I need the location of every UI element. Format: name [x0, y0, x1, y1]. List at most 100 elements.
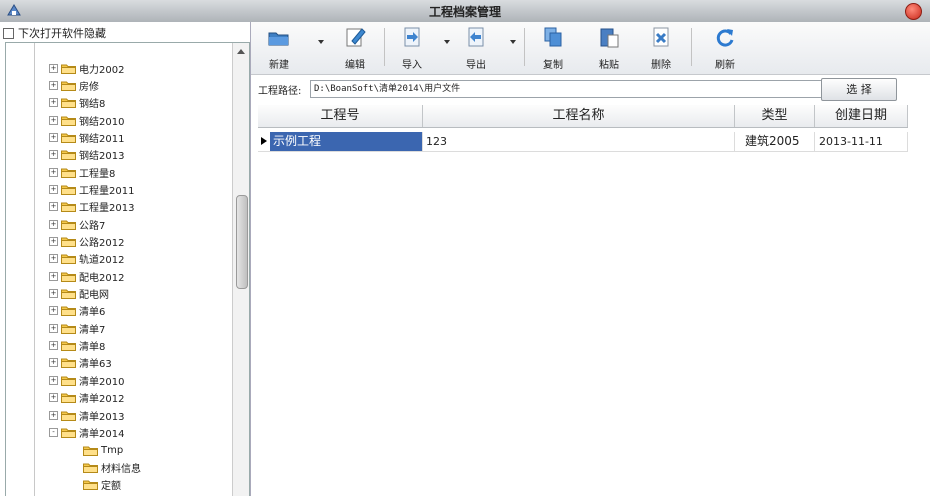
expand-toggle-icon[interactable]: +	[49, 306, 58, 316]
tree-item[interactable]: + 工程量2011	[49, 181, 134, 197]
tree-item[interactable]: + 配电网	[49, 286, 109, 302]
expand-toggle-icon[interactable]: +	[49, 63, 58, 73]
expand-toggle-icon[interactable]: +	[49, 132, 58, 142]
tree-item-label: 钢结8	[79, 99, 106, 111]
delete-icon	[653, 27, 669, 47]
column-header-number[interactable]: 工程号	[258, 105, 423, 127]
tree-item[interactable]: + 清单7	[49, 320, 105, 336]
tree-item[interactable]: + 钢结8	[49, 95, 105, 111]
choose-button[interactable]: 选 择	[821, 78, 897, 101]
copy-button[interactable]: 复制	[535, 26, 571, 71]
tree-child-item[interactable]: Tmp	[83, 442, 123, 458]
tree-item-label: 清单6	[79, 307, 106, 319]
folder-icon	[61, 410, 76, 421]
tree-item[interactable]: - 清单2014	[49, 424, 124, 440]
tree-item-label: 工程量2013	[79, 203, 135, 215]
new-button[interactable]: 新建	[261, 26, 297, 71]
copy-label: 复制	[543, 60, 563, 71]
expand-toggle-icon[interactable]: +	[49, 358, 58, 368]
toolbar: 新建 编辑 导入 导出 复制 粘贴 删除 刷新	[251, 22, 930, 75]
new-dropdown-arrow-icon[interactable]	[318, 40, 324, 44]
import-button[interactable]: 导入	[394, 26, 430, 71]
cell-project-name[interactable]: 123	[423, 132, 735, 151]
paste-button[interactable]: 粘贴	[591, 26, 627, 71]
tree-item[interactable]: + 公路7	[49, 216, 105, 232]
expand-toggle-icon[interactable]: +	[49, 271, 58, 281]
folder-icon	[83, 445, 98, 456]
expand-toggle-icon[interactable]: +	[49, 219, 58, 229]
tree-item[interactable]: + 公路2012	[49, 234, 124, 250]
table-row[interactable]: 示例工程 123 建筑2005 2013-11-11	[258, 132, 908, 152]
expand-toggle-icon[interactable]: +	[49, 323, 58, 333]
expand-toggle-icon[interactable]: +	[49, 341, 58, 351]
delete-label: 删除	[651, 60, 671, 71]
folder-icon	[61, 149, 76, 161]
cell-project-type[interactable]: 建筑2005	[735, 132, 815, 151]
left-panel: 下次打开软件隐藏 + 电力2002 + 房修 + 钢结8 + 钢结2010 + 钢结2011 + 钢结…	[0, 22, 251, 496]
scroll-up-arrow-icon[interactable]	[237, 49, 245, 54]
tree-item-label: 清单2014	[79, 428, 125, 440]
expand-toggle-icon[interactable]: +	[49, 375, 58, 385]
row-pointer-icon	[261, 137, 267, 145]
hide-checkbox-label: 下次打开软件隐藏	[18, 27, 106, 40]
tree-item-label: 工程量8	[79, 168, 116, 180]
delete-button[interactable]: 删除	[643, 26, 679, 71]
column-header-date[interactable]: 创建日期	[815, 105, 908, 127]
expand-toggle-icon[interactable]: +	[49, 202, 58, 212]
edit-button[interactable]: 编辑	[337, 26, 373, 71]
expand-toggle-icon[interactable]: +	[49, 98, 58, 108]
column-header-name[interactable]: 工程名称	[423, 105, 735, 127]
path-field[interactable]: D:\BoanSoft\清单2014\用户文件	[310, 80, 866, 98]
tree-item[interactable]: + 电力2002	[49, 60, 124, 76]
expand-toggle-icon[interactable]: +	[49, 80, 58, 90]
column-header-type[interactable]: 类型	[735, 105, 815, 127]
expand-toggle-icon[interactable]: +	[49, 115, 58, 125]
import-icon	[404, 27, 420, 47]
collapse-toggle-icon[interactable]: -	[49, 427, 58, 437]
folder-new-icon	[268, 32, 289, 46]
expand-toggle-icon[interactable]: +	[49, 237, 58, 246]
tree-item-label: 材料信息	[101, 463, 141, 475]
tree-item[interactable]: + 清单2012	[49, 390, 124, 406]
expand-toggle-icon[interactable]: +	[49, 289, 58, 299]
tree-item[interactable]: + 轨道2012	[49, 251, 124, 267]
tree-item[interactable]: + 钢结2011	[49, 129, 124, 145]
tree-child-item[interactable]: 定额	[83, 476, 121, 492]
expand-toggle-icon[interactable]: +	[49, 393, 58, 403]
tree-item[interactable]: + 工程量2013	[49, 199, 134, 215]
project-tree[interactable]: + 电力2002 + 房修 + 钢结8 + 钢结2010 + 钢结2011 + 钢结2013 + 工程量8…	[5, 42, 250, 496]
tree-child-item[interactable]: 材料信息	[83, 459, 141, 475]
toolbar-separator	[384, 28, 385, 66]
cell-project-date[interactable]: 2013-11-11	[815, 132, 908, 151]
tree-item[interactable]: + 钢结2010	[49, 112, 124, 128]
close-button[interactable]	[905, 3, 922, 20]
tree-item[interactable]: + 钢结2013	[49, 147, 124, 163]
tree-item[interactable]: + 清单2010	[49, 372, 124, 388]
cell-project-number[interactable]: 示例工程	[270, 132, 423, 151]
expand-toggle-icon[interactable]: +	[49, 150, 58, 160]
expand-toggle-icon[interactable]: +	[49, 410, 58, 420]
hide-checkbox[interactable]	[3, 27, 14, 39]
tree-scrollbar[interactable]	[232, 43, 249, 496]
expand-toggle-icon[interactable]: +	[49, 184, 58, 194]
export-label: 导出	[466, 60, 486, 71]
tree-item[interactable]: + 清单63	[49, 355, 112, 371]
tree-item[interactable]: + 清单6	[49, 303, 105, 319]
import-dropdown-arrow-icon[interactable]	[444, 40, 450, 44]
expand-toggle-icon[interactable]: +	[49, 167, 58, 177]
scroll-thumb[interactable]	[236, 195, 248, 289]
tree-item[interactable]: + 配电2012	[49, 268, 124, 284]
folder-icon	[61, 253, 76, 265]
export-button[interactable]: 导出	[458, 26, 494, 71]
tree-item[interactable]: + 工程量8	[49, 164, 115, 180]
tree-item[interactable]: + 房修	[49, 77, 99, 93]
tree-item[interactable]: + 清单8	[49, 338, 105, 354]
folder-icon	[83, 479, 98, 490]
hide-on-open-option[interactable]: 下次打开软件隐藏	[3, 25, 106, 41]
export-dropdown-arrow-icon[interactable]	[510, 40, 516, 44]
title-bar: 工程档案管理	[0, 0, 930, 23]
refresh-button[interactable]: 刷新	[707, 26, 743, 71]
tree-item-label: 配电网	[79, 290, 109, 302]
expand-toggle-icon[interactable]: +	[49, 254, 58, 264]
tree-item[interactable]: + 清单2013	[49, 407, 124, 423]
